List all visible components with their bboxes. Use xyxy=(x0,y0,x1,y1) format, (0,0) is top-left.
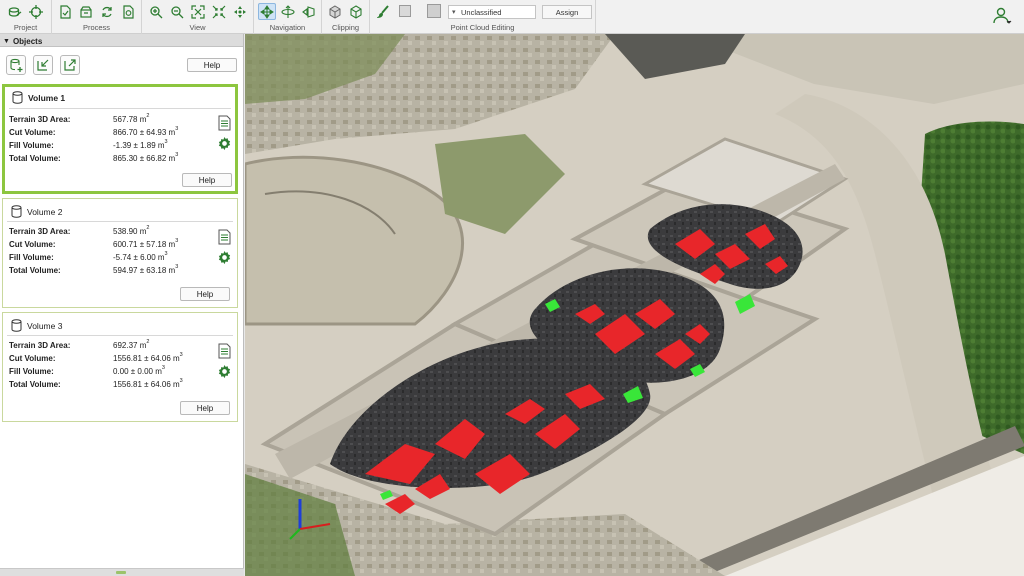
toolbar-group-label: Process xyxy=(82,23,111,32)
orbit-icon[interactable] xyxy=(279,3,297,20)
volume-card[interactable]: Volume 1 Terrain 3D Area: 567.78 m2 Cut … xyxy=(2,84,238,194)
objects-panel-header[interactable]: ▼ Objects xyxy=(0,34,243,47)
toolbar-group-process: Process xyxy=(52,0,142,34)
fill-volume-value: -1.39 ± 1.89 m3 xyxy=(113,139,168,150)
panel-title: Objects xyxy=(12,36,43,46)
terrain-area-label: Terrain 3D Area: xyxy=(9,227,71,236)
cut-volume-value: 1556.81 ± 64.06 m3 xyxy=(113,352,183,363)
clip-box-icon[interactable] xyxy=(326,3,344,20)
class-select[interactable]: ▾ Unclassified xyxy=(448,5,536,19)
move-arrows-icon[interactable] xyxy=(257,3,276,20)
sync-icon[interactable] xyxy=(98,3,116,20)
volume-help-button[interactable]: Help xyxy=(182,173,232,187)
total-volume-label: Total Volume: xyxy=(9,154,61,163)
user-menu-icon[interactable] xyxy=(992,6,1012,26)
divider xyxy=(7,221,233,222)
fit-view-icon[interactable] xyxy=(189,3,207,20)
volume-name: Volume 1 xyxy=(28,92,66,103)
panel-resize-bar[interactable] xyxy=(0,568,244,576)
total-volume-label: Total Volume: xyxy=(9,266,61,275)
panel-tools: Help xyxy=(0,47,243,83)
3d-viewport[interactable] xyxy=(245,34,1024,576)
toolbar-group-label: Navigation xyxy=(269,23,306,32)
volume-name: Volume 2 xyxy=(27,206,63,217)
settings-gear-icon[interactable] xyxy=(217,364,232,379)
terrain-area-value: 567.78 m2 xyxy=(113,113,150,124)
zoom-out-icon[interactable] xyxy=(168,3,186,20)
class-select-value: Unclassified xyxy=(461,8,502,17)
collapse-icon[interactable] xyxy=(210,3,228,20)
collapse-triangle-icon[interactable]: ▼ xyxy=(3,38,10,45)
toolbar-group-view: View xyxy=(142,0,254,34)
toolbar-group-label: Clipping xyxy=(331,23,360,32)
brush-icon[interactable] xyxy=(374,3,392,20)
toolbar-group-label: Project xyxy=(13,23,38,32)
toolbar-group-label: View xyxy=(189,23,206,32)
target-icon[interactable] xyxy=(27,3,45,20)
resize-grip[interactable] xyxy=(116,571,126,574)
volume-cylinder-icon xyxy=(12,91,23,104)
divider xyxy=(7,335,233,336)
fill-volume-label: Fill Volume: xyxy=(9,141,54,150)
toolbar-group-label: Point Cloud Editing xyxy=(450,23,515,32)
toolbar-group-project: Project xyxy=(0,0,52,34)
panel-help-button[interactable]: Help xyxy=(187,58,237,72)
toolbar-group-navigation: Navigation xyxy=(254,0,322,34)
total-volume-value: 594.97 ± 63.18 m3 xyxy=(113,264,179,275)
volume-name: Volume 3 xyxy=(27,320,63,331)
volume-cylinder-icon xyxy=(11,205,22,218)
fill-volume-value: -5.74 ± 6.00 m3 xyxy=(113,251,168,262)
toolbar-group-point-cloud-editing: ▾ Unclassified Assign Point Cloud Editin… xyxy=(370,0,596,34)
cut-volume-label: Cut Volume: xyxy=(9,240,56,249)
objects-panel: ▼ Objects Help Volume 1 Terrain 3D Area:… xyxy=(0,34,244,576)
divider xyxy=(9,108,231,109)
toolbar-group-clipping: Clipping xyxy=(322,0,370,34)
fill-volume-value: 0.00 ± 0.00 m3 xyxy=(113,365,165,376)
total-volume-label: Total Volume: xyxy=(9,380,61,389)
volume-cylinder-icon xyxy=(11,319,22,332)
terrain-area-value: 692.37 m2 xyxy=(113,339,150,350)
assign-button[interactable]: Assign xyxy=(542,5,592,19)
fill-volume-label: Fill Volume: xyxy=(9,367,54,376)
volume-title: Volume 2 xyxy=(11,205,62,218)
box-select-icon[interactable] xyxy=(427,4,441,18)
report-document-icon[interactable] xyxy=(217,115,231,131)
refresh-doc-icon[interactable] xyxy=(119,3,137,20)
zoom-in-icon[interactable] xyxy=(147,3,165,20)
cut-volume-label: Cut Volume: xyxy=(9,128,56,137)
report-document-icon[interactable] xyxy=(217,343,231,359)
cut-volume-value: 866.70 ± 64.93 m3 xyxy=(113,126,179,137)
volume-title: Volume 1 xyxy=(12,91,65,104)
report-document-icon[interactable] xyxy=(217,229,231,245)
export-volume-button[interactable] xyxy=(60,55,80,75)
total-volume-value: 1556.81 ± 64.06 m3 xyxy=(113,378,183,389)
terrain-area-value: 538.90 m2 xyxy=(113,225,150,236)
terrain-area-label: Terrain 3D Area: xyxy=(9,115,71,124)
volume-card[interactable]: Volume 2 Terrain 3D Area: 538.90 m2 Cut … xyxy=(2,198,238,308)
chevron-down-icon: ▾ xyxy=(452,9,456,16)
volume-card[interactable]: Volume 3 Terrain 3D Area: 692.37 m2 Cut … xyxy=(2,312,238,422)
fill-volume-label: Fill Volume: xyxy=(9,253,54,262)
settings-gear-icon[interactable] xyxy=(217,136,232,151)
volume-help-button[interactable]: Help xyxy=(180,287,230,301)
total-volume-value: 865.30 ± 66.82 m3 xyxy=(113,152,179,163)
cut-volume-label: Cut Volume: xyxy=(9,354,56,363)
open-project-icon[interactable] xyxy=(6,3,24,20)
new-volume-button[interactable] xyxy=(6,55,26,75)
clear-selection-icon[interactable] xyxy=(399,5,411,17)
document-check-icon[interactable] xyxy=(56,3,74,20)
settings-gear-icon[interactable] xyxy=(217,250,232,265)
package-icon[interactable] xyxy=(77,3,95,20)
center-icon[interactable] xyxy=(231,3,249,20)
import-volume-button[interactable] xyxy=(33,55,53,75)
main-toolbar: Project Process View Navigation Clipping… xyxy=(0,0,1024,34)
volume-title: Volume 3 xyxy=(11,319,62,332)
pan-view-icon[interactable] xyxy=(300,3,318,20)
point-cloud-scene[interactable] xyxy=(245,34,1024,576)
volume-help-button[interactable]: Help xyxy=(180,401,230,415)
cut-volume-value: 600.71 ± 57.18 m3 xyxy=(113,238,179,249)
cube-icon[interactable] xyxy=(347,3,365,20)
terrain-area-label: Terrain 3D Area: xyxy=(9,341,71,350)
